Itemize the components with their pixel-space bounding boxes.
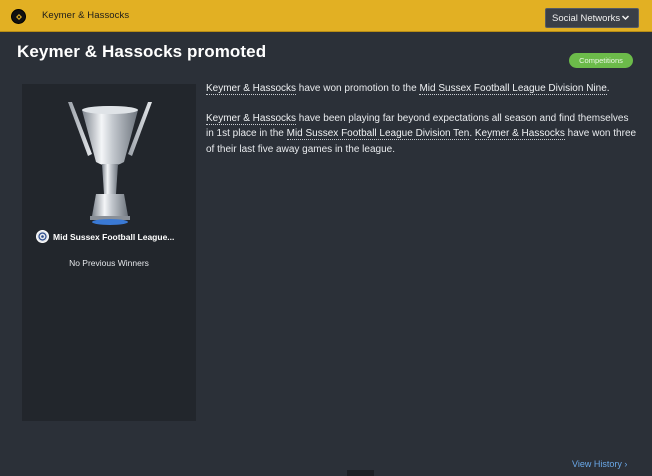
category-tag[interactable]: Competitions [569, 53, 633, 68]
league-link[interactable]: Mid Sussex Football League Division Nine [419, 83, 607, 95]
article-text: have won promotion to the [296, 83, 420, 94]
club-link[interactable]: Keymer & Hassocks [206, 112, 297, 125]
club-badge-icon[interactable] [11, 9, 26, 24]
league-link[interactable]: Mid Sussex Football League Division Ten [286, 128, 470, 140]
article-paragraph-2: Keymer & Hassocks have been playing far … [206, 111, 638, 158]
top-bar: Keymer & Hassocks Social Networks [0, 0, 652, 32]
club-link[interactable]: Keymer & Hassocks [474, 128, 565, 140]
competition-row[interactable]: Mid Sussex Football League... [36, 230, 196, 243]
club-link[interactable]: Keymer & Hassocks [206, 83, 297, 95]
bottom-tab[interactable] [347, 470, 374, 476]
trophy-icon [68, 102, 152, 225]
competition-logo-icon [36, 230, 49, 243]
view-history-label: View History [572, 459, 622, 469]
article-paragraph-1: Keymer & Hassocks have won promotion to … [206, 81, 638, 97]
page-title: Keymer & Hassocks promoted [17, 42, 267, 61]
news-item-window: Keymer & Hassocks Social Networks Keymer… [0, 0, 652, 476]
trophy-panel: Mid Sussex Football League... No Previou… [22, 84, 196, 421]
chevron-right-icon: › [624, 459, 628, 469]
article-text: . [606, 83, 610, 94]
no-previous-winners: No Previous Winners [69, 258, 149, 268]
article-body: Keymer & Hassocks have won promotion to … [206, 81, 638, 171]
social-networks-label: Social Networks [552, 12, 621, 24]
view-history-link[interactable]: View History › [572, 459, 627, 469]
social-networks-button[interactable]: Social Networks [545, 8, 639, 28]
club-link[interactable]: Keymer & Hassocks [42, 10, 129, 21]
competition-name: Mid Sussex Football League... [53, 231, 175, 242]
chevron-down-icon [621, 13, 630, 25]
